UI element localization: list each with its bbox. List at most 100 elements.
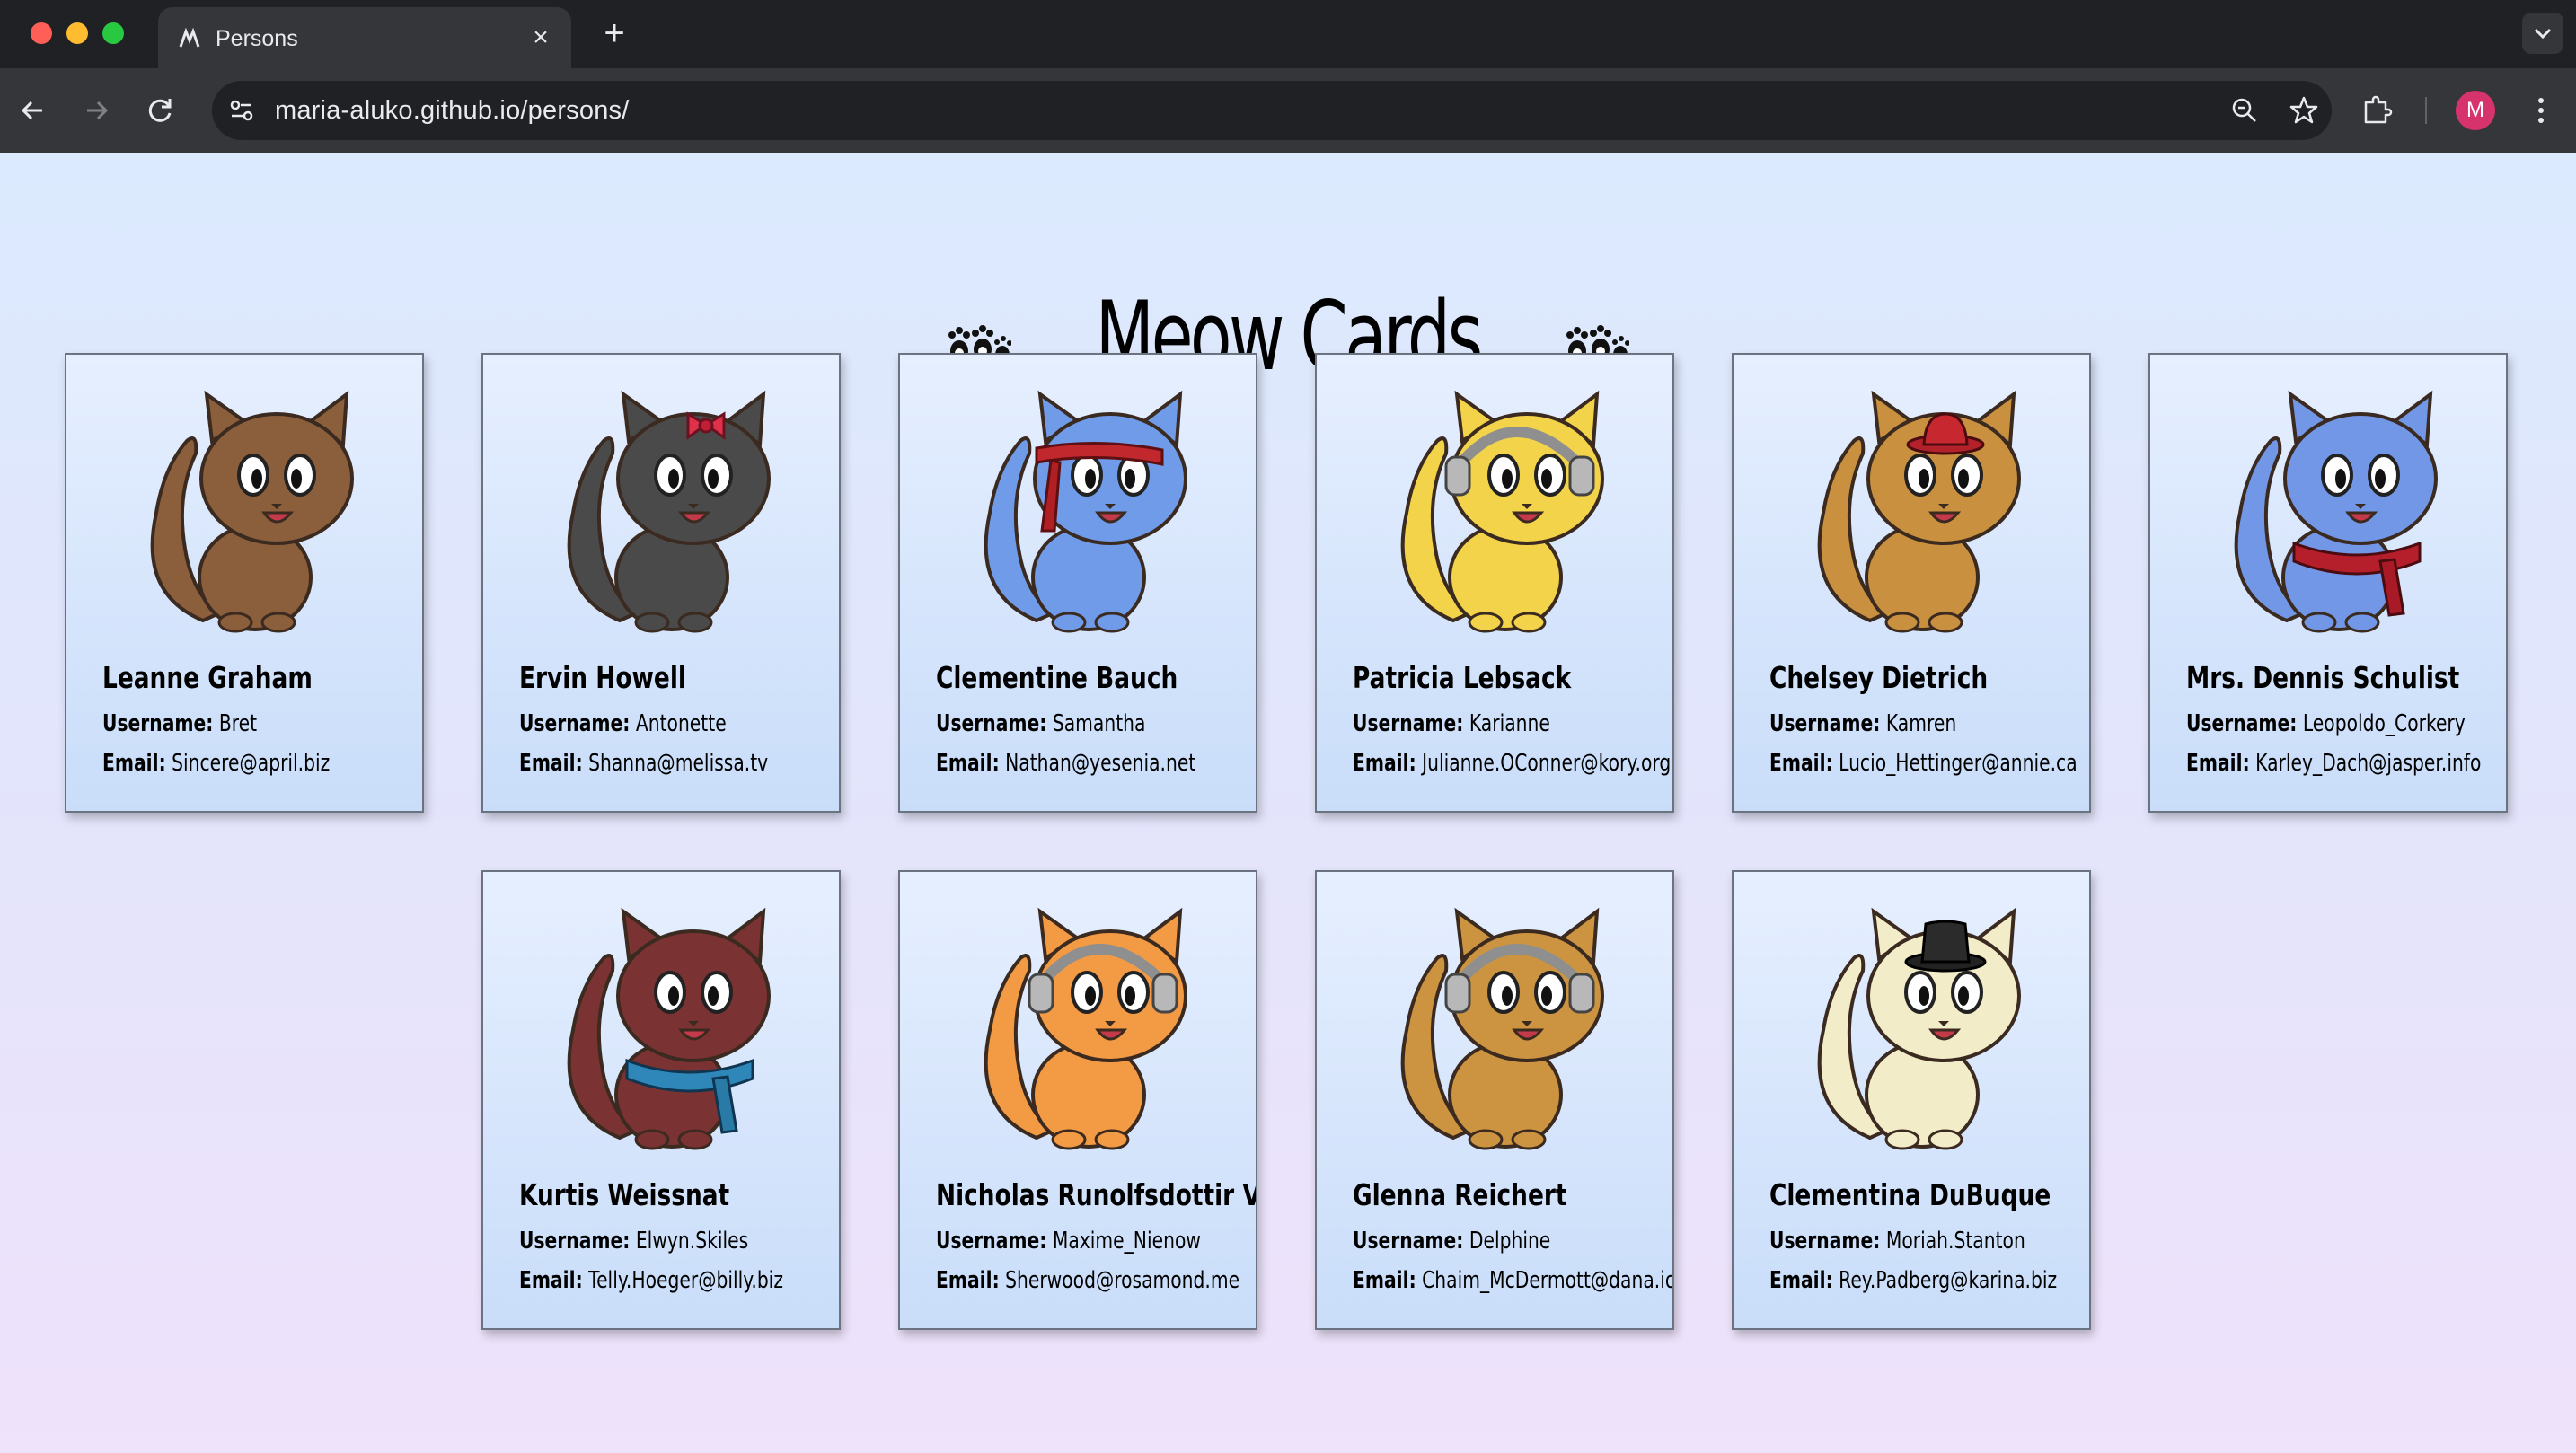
email-label: Email: bbox=[102, 750, 166, 777]
cat-avatar-icon bbox=[1400, 907, 1604, 1150]
chevron-down-icon bbox=[2534, 28, 2552, 40]
person-card: Ervin Howell Username: Antonette Email: Sh… bbox=[481, 353, 841, 813]
person-username: Username: Samantha bbox=[936, 710, 1145, 737]
email-label: Email: bbox=[936, 750, 1000, 777]
person-card: Patricia Lebsack Username: Karianne Email:… bbox=[1315, 353, 1674, 813]
person-email: Email: Rey.Padberg@karina.biz bbox=[1769, 1267, 2057, 1294]
tab-search-button[interactable] bbox=[2522, 13, 2563, 54]
email-value: Nathan@yesenia.net bbox=[1005, 750, 1196, 777]
person-name: Mrs. Dennis Schulist bbox=[2186, 660, 2460, 695]
cat-avatar-icon bbox=[567, 390, 771, 633]
username-label: Username: bbox=[519, 1228, 631, 1255]
person-username: Username: Kamren bbox=[1769, 710, 1956, 737]
person-name: Nicholas Runolfsdottir V bbox=[936, 1177, 1257, 1212]
email-value: Lucio_Hettinger@annie.ca bbox=[1839, 750, 2078, 777]
email-label: Email: bbox=[1353, 750, 1416, 777]
address-bar[interactable]: maria-aluko.github.io/persons/ bbox=[212, 81, 2332, 140]
close-window-button[interactable] bbox=[31, 22, 52, 44]
extensions-puzzle-icon[interactable] bbox=[2359, 92, 2396, 129]
username-label: Username: bbox=[1769, 710, 1881, 737]
username-value: Moriah.Stanton bbox=[1885, 1228, 2025, 1255]
cat-avatar-icon bbox=[984, 907, 1187, 1150]
email-label: Email: bbox=[1353, 1267, 1416, 1294]
maximize-window-button[interactable] bbox=[102, 22, 124, 44]
site-settings-icon[interactable] bbox=[225, 93, 259, 128]
browser-tab-bar: Persons × + bbox=[0, 0, 2576, 68]
new-tab-button[interactable]: + bbox=[596, 15, 632, 52]
person-email: Email: Chaim_McDermott@dana.io bbox=[1353, 1267, 1674, 1294]
email-label: Email: bbox=[1769, 1267, 1833, 1294]
username-label: Username: bbox=[936, 710, 1047, 737]
cat-avatar-icon bbox=[1817, 390, 2021, 633]
person-name: Clementine Bauch bbox=[936, 660, 1178, 695]
email-value: Sherwood@rosamond.me bbox=[1005, 1267, 1240, 1294]
email-value: Karley_Dach@jasper.info bbox=[2255, 750, 2482, 777]
username-label: Username: bbox=[1769, 1228, 1881, 1255]
email-label: Email: bbox=[1769, 750, 1833, 777]
forward-arrow-icon[interactable] bbox=[75, 90, 117, 131]
username-label: Username: bbox=[1353, 1228, 1464, 1255]
username-value: Kamren bbox=[1885, 710, 1957, 737]
person-card: Mrs. Dennis Schulist Username: Leopoldo_C… bbox=[2148, 353, 2508, 813]
person-name: Ervin Howell bbox=[519, 660, 686, 695]
person-username: Username: Delphine bbox=[1353, 1228, 1550, 1255]
email-label: Email: bbox=[519, 750, 583, 777]
person-username: Username: Elwyn.Skiles bbox=[519, 1228, 748, 1255]
email-value: Chaim_McDermott@dana.io bbox=[1422, 1267, 1674, 1294]
person-username: Username: Antonette bbox=[519, 710, 727, 737]
email-value: Julianne.OConner@kory.org bbox=[1422, 750, 1672, 777]
username-value: Antonette bbox=[635, 710, 727, 737]
email-label: Email: bbox=[936, 1267, 1000, 1294]
person-username: Username: Karianne bbox=[1353, 710, 1550, 737]
username-label: Username: bbox=[2186, 710, 2298, 737]
person-email: Email: Karley_Dach@jasper.info bbox=[2186, 750, 2481, 777]
username-value: Delphine bbox=[1469, 1228, 1551, 1255]
person-card: Clementine Bauch Username: Samantha Email:… bbox=[898, 353, 1257, 813]
email-value: Rey.Padberg@karina.biz bbox=[1839, 1267, 2058, 1294]
person-username: Username: Moriah.Stanton bbox=[1769, 1228, 2025, 1255]
person-username: Username: Maxime_Nienow bbox=[936, 1228, 1201, 1255]
email-value: Sincere@april.biz bbox=[172, 750, 331, 777]
person-card: Nicholas Runolfsdottir V Username: Maxime… bbox=[898, 870, 1257, 1330]
username-label: Username: bbox=[1353, 710, 1464, 737]
tab-persons[interactable]: Persons × bbox=[158, 7, 571, 68]
cat-avatar-icon bbox=[2234, 390, 2438, 633]
person-email: Email: Lucio_Hettinger@annie.ca bbox=[1769, 750, 2078, 777]
profile-avatar[interactable]: M bbox=[2456, 91, 2495, 130]
person-card: Leanne Graham Username: Bret Email: Sincer… bbox=[65, 353, 424, 813]
person-name: Glenna Reichert bbox=[1353, 1177, 1567, 1212]
person-email: Email: Julianne.OConner@kory.org bbox=[1353, 750, 1671, 777]
cat-avatar-icon bbox=[567, 907, 771, 1150]
email-value: Telly.Hoeger@billy.biz bbox=[588, 1267, 783, 1294]
person-card: Glenna Reichert Username: Delphine Email: … bbox=[1315, 870, 1674, 1330]
tab-title: Persons bbox=[216, 26, 298, 51]
person-name: Leanne Graham bbox=[102, 660, 313, 695]
person-card: Chelsey Dietrich Username: Kamren Email: L… bbox=[1732, 353, 2091, 813]
reload-icon[interactable] bbox=[140, 90, 181, 131]
cat-avatar-icon bbox=[150, 390, 354, 633]
email-label: Email: bbox=[2186, 750, 2250, 777]
username-value: Samantha bbox=[1052, 710, 1146, 737]
minimize-window-button[interactable] bbox=[66, 22, 88, 44]
zoom-icon[interactable] bbox=[2228, 93, 2262, 128]
username-label: Username: bbox=[102, 710, 214, 737]
cat-avatar-icon bbox=[984, 390, 1187, 633]
back-arrow-icon[interactable] bbox=[13, 90, 54, 131]
more-menu-icon[interactable] bbox=[2527, 92, 2554, 129]
cat-avatar-icon bbox=[1817, 907, 2021, 1150]
email-value: Shanna@melissa.tv bbox=[588, 750, 769, 777]
person-email: Email: Shanna@melissa.tv bbox=[519, 750, 768, 777]
tab-close-icon[interactable]: × bbox=[526, 23, 555, 52]
username-value: Leopoldo_Corkery bbox=[2302, 710, 2466, 737]
person-name: Clementina DuBuque bbox=[1769, 1177, 2051, 1212]
person-name: Kurtis Weissnat bbox=[519, 1177, 730, 1212]
browser-toolbar: maria-aluko.github.io/persons/ M bbox=[0, 68, 2576, 153]
url-text[interactable]: maria-aluko.github.io/persons/ bbox=[275, 96, 629, 126]
person-email: Email: Sincere@april.biz bbox=[102, 750, 330, 777]
username-label: Username: bbox=[936, 1228, 1047, 1255]
person-email: Email: Telly.Hoeger@billy.biz bbox=[519, 1267, 783, 1294]
username-value: Maxime_Nienow bbox=[1052, 1228, 1201, 1255]
person-email: Email: Sherwood@rosamond.me bbox=[936, 1267, 1239, 1294]
bookmark-star-icon[interactable] bbox=[2287, 93, 2321, 128]
page-content: Meow Cards Leanne Graham Username: Bret Em… bbox=[0, 153, 2576, 1453]
